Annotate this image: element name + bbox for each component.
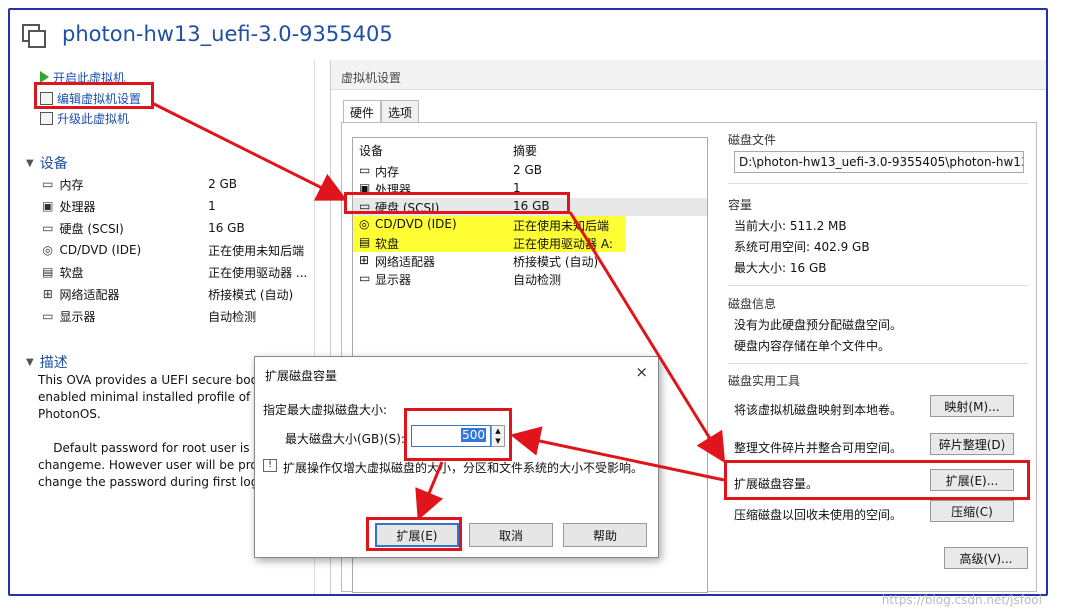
tab-options[interactable]: 选项	[381, 100, 420, 124]
max-size-input[interactable]: 500	[411, 425, 491, 447]
disk-icon: ▭	[359, 199, 371, 213]
disk-file-path: D:\photon-hw13_uefi-3.0-9355405\photon-h…	[734, 151, 1024, 173]
caret-down-icon: ▼	[26, 356, 34, 368]
device-row-disk[interactable]: ▭ 硬盘 (SCSI) 16 GB	[40, 218, 310, 238]
vm-icon	[22, 24, 48, 50]
floppy-icon: ▤	[359, 235, 371, 249]
edit-settings-link[interactable]: 编辑虚拟机设置	[40, 89, 141, 107]
device-row-display[interactable]: ▭ 显示器 自动检测	[40, 306, 310, 326]
floppy-icon: ▤	[42, 265, 54, 279]
cd-icon: ◎	[359, 217, 370, 231]
dialog-title: 扩展磁盘容量	[265, 369, 338, 383]
dialog-help-button[interactable]: 帮助	[563, 523, 647, 547]
map-text: 将该虚拟机磁盘映射到本地卷。	[734, 403, 903, 417]
info-icon: !	[263, 459, 277, 472]
cpu-icon: ▣	[42, 199, 54, 213]
max-size: 最大大小: 16 GB	[734, 261, 827, 275]
power-on-link[interactable]: 开启此虚拟机	[40, 68, 125, 86]
device-row-cdrom[interactable]: ◎ CD/DVD (IDE) 正在使用未知后端	[40, 240, 310, 260]
hardware-row-display[interactable]: ▭ 显示器 自动检测	[353, 270, 707, 288]
hardware-row-floppy[interactable]: ▤ 软盘 正在使用驱动器 A:	[353, 234, 625, 252]
hardware-row-network[interactable]: ⊞ 网络适配器 桥接模式 (自动)	[353, 252, 707, 270]
memory-icon: ▭	[42, 177, 54, 191]
device-row-memory[interactable]: ▭ 内存 2 GB	[40, 174, 310, 194]
column-device: 设备	[359, 144, 384, 158]
upgrade-vm-link[interactable]: 升级此虚拟机	[40, 109, 129, 127]
utilities-heading: 磁盘实用工具	[728, 374, 801, 388]
defrag-text: 整理文件碎片并整合可用空间。	[734, 441, 903, 455]
memory-icon: ▭	[359, 163, 371, 177]
expand-text: 扩展磁盘容量。	[734, 477, 819, 491]
disk-info-heading: 磁盘信息	[728, 297, 777, 311]
window-title: photon-hw13_uefi-3.0-9355405	[62, 22, 393, 46]
device-row-floppy[interactable]: ▤ 软盘 正在使用驱动器 ...	[40, 262, 310, 282]
dialog-cancel-button[interactable]: 取消	[469, 523, 553, 547]
disk-file-heading: 磁盘文件	[728, 133, 777, 147]
divider	[728, 363, 1028, 364]
available-space: 系统可用空间: 402.9 GB	[734, 240, 870, 254]
monitor-icon: ▭	[42, 309, 54, 323]
monitor-icon: ▭	[359, 271, 371, 285]
advanced-button[interactable]: 高级(V)...	[944, 547, 1028, 569]
description-section-toggle[interactable]: ▼ 描述	[26, 352, 68, 372]
capacity-heading: 容量	[728, 198, 753, 212]
caret-down-icon: ▼	[26, 157, 34, 169]
divider	[728, 285, 1028, 286]
cd-icon: ◎	[42, 243, 53, 257]
expand-disk-dialog: 扩展磁盘容量 × 指定最大虚拟磁盘大小: 最大磁盘大小(GB)(S): 500 …	[254, 356, 659, 558]
disk-info-line1: 没有为此硬盘预分配磁盘空间。	[734, 318, 903, 332]
network-icon: ⊞	[42, 287, 53, 301]
spin-buttons[interactable]: ▲ ▼	[491, 425, 505, 447]
current-size: 当前大小: 511.2 MB	[734, 219, 847, 233]
edit-icon	[40, 91, 53, 105]
description-text: This OVA provides a UEFI secure boo enab…	[38, 373, 259, 489]
cpu-icon: ▣	[359, 181, 371, 195]
divider	[728, 183, 1028, 184]
disk-info-line2: 硬盘内容存储在单个文件中。	[734, 339, 891, 353]
hardware-row-memory[interactable]: ▭ 内存 2 GB	[353, 162, 707, 180]
hardware-row-disk[interactable]: ▭ 硬盘 (SCSI) 16 GB	[353, 198, 707, 216]
device-row-network[interactable]: ⊞ 网络适配器 桥接模式 (自动)	[40, 284, 310, 304]
compact-button[interactable]: 压缩(C)	[930, 500, 1014, 522]
hardware-row-cpu[interactable]: ▣ 处理器 1	[353, 180, 707, 198]
max-size-value: 500	[461, 428, 486, 442]
hardware-list-header: 设备 摘要	[353, 142, 707, 160]
disk-icon: ▭	[42, 221, 54, 235]
dialog-note: ! 扩展操作仅增大虚拟磁盘的大小，分区和文件系统的大小不受影响。	[263, 459, 643, 476]
settings-title: 虚拟机设置	[331, 60, 1046, 90]
compact-text: 压缩磁盘以回收未使用的空间。	[734, 508, 903, 522]
column-summary: 摘要	[513, 144, 538, 158]
upgrade-icon	[40, 111, 53, 125]
watermark: https://blog.csdn.net/jsfool	[881, 593, 1042, 607]
close-icon[interactable]: ×	[635, 363, 648, 381]
max-size-label: 最大磁盘大小(GB)(S):	[285, 432, 405, 446]
settings-tabs: 硬件 选项	[343, 100, 420, 124]
expand-button[interactable]: 扩展(E)...	[930, 469, 1014, 491]
tab-hardware[interactable]: 硬件	[343, 100, 382, 124]
dialog-expand-button[interactable]: 扩展(E)	[375, 523, 459, 547]
map-button[interactable]: 映射(M)...	[930, 395, 1014, 417]
network-icon: ⊞	[359, 253, 370, 267]
device-row-cpu[interactable]: ▣ 处理器 1	[40, 196, 310, 216]
hardware-row-cdrom[interactable]: ◎ CD/DVD (IDE) 正在使用未知后端	[353, 216, 625, 234]
play-icon	[40, 71, 49, 83]
dialog-prompt: 指定最大虚拟磁盘大小:	[263, 403, 388, 417]
defrag-button[interactable]: 碎片整理(D)	[930, 433, 1014, 455]
devices-section-toggle[interactable]: ▼ 设备	[26, 153, 68, 173]
title-bar: photon-hw13_uefi-3.0-9355405	[10, 10, 1046, 60]
